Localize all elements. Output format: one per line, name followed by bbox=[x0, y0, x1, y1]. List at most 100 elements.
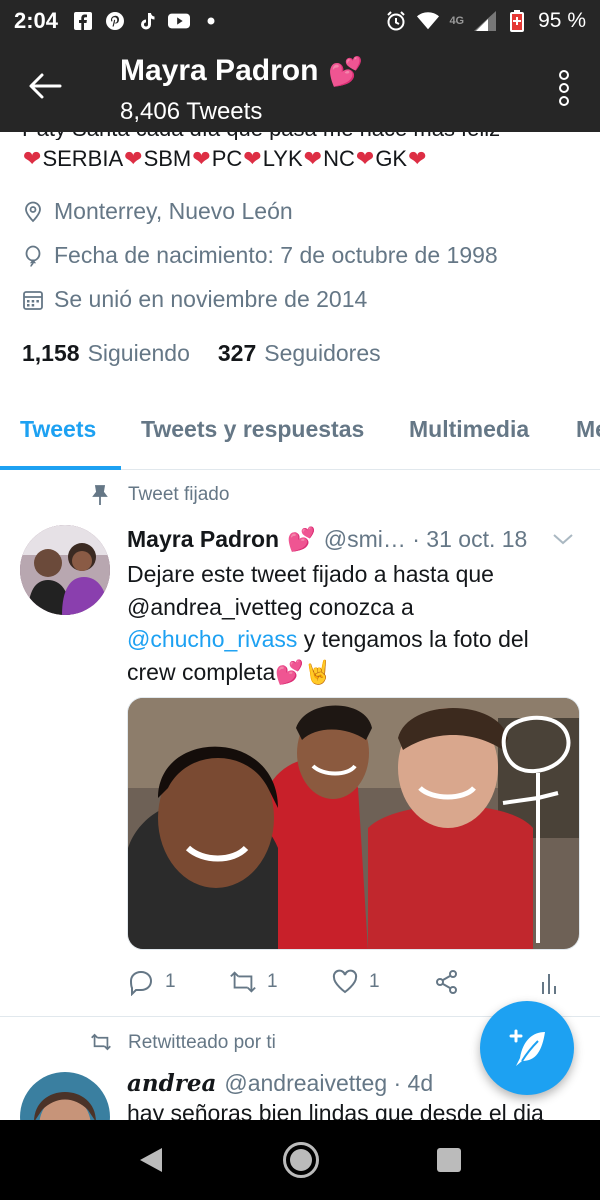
battery-percent: 95 % bbox=[538, 9, 586, 32]
active-tab-indicator bbox=[0, 466, 121, 470]
pinned-context: Tweet fijado bbox=[90, 484, 229, 506]
more-dot-icon bbox=[559, 96, 569, 106]
tweet-author-name[interactable]: andrea bbox=[127, 1070, 216, 1097]
alarm-icon bbox=[385, 10, 407, 32]
battery-icon bbox=[506, 10, 528, 32]
avatar-photo bbox=[20, 525, 110, 615]
two-hearts-emoji: 💕 bbox=[287, 526, 316, 552]
following-label[interactable]: Siguiendo bbox=[88, 340, 190, 367]
tab-media[interactable]: Multimedia bbox=[409, 416, 529, 443]
system-navigation-bar bbox=[0, 1120, 600, 1200]
profile-tabs: Tweets Tweets y respuestas Multimedia Me bbox=[0, 396, 600, 470]
tweet-text-segment: y tengamos la foto del bbox=[297, 626, 529, 652]
mention-link[interactable]: @chucho_rivass bbox=[127, 626, 297, 652]
joined-row: Se unió en noviembre de 2014 bbox=[22, 286, 367, 313]
back-button[interactable] bbox=[28, 72, 64, 102]
nav-recents-button[interactable] bbox=[437, 1148, 461, 1172]
followers-count[interactable]: 327 bbox=[218, 340, 256, 367]
status-time: 2:04 bbox=[14, 8, 59, 33]
emoji-segment: 💕🤘 bbox=[275, 658, 333, 685]
feather-plus-icon bbox=[509, 1029, 545, 1066]
chevron-down-icon bbox=[553, 534, 573, 545]
reply-icon bbox=[127, 968, 155, 996]
pin-icon bbox=[90, 484, 112, 506]
network-type-icon: 4G bbox=[449, 15, 465, 27]
pinterest-icon bbox=[104, 10, 126, 32]
signal-icon bbox=[474, 10, 497, 32]
analytics-icon bbox=[535, 968, 563, 996]
tweet-handle-date[interactable]: @andreaivetteg · 4d bbox=[224, 1070, 433, 1097]
tweet-text-line: hay señoras bien lindas que desde el dia bbox=[127, 1100, 544, 1120]
nav-home-button[interactable] bbox=[283, 1142, 319, 1178]
tweet-text-line: crew completa💕🤘 bbox=[127, 656, 577, 689]
wifi-icon bbox=[417, 10, 440, 32]
retweet-icon bbox=[90, 1032, 112, 1054]
tab-tweets-replies[interactable]: Tweets y respuestas bbox=[141, 416, 364, 443]
retweet-context: Retwitteado por ti bbox=[90, 1032, 276, 1054]
bio-tag: LYK bbox=[262, 146, 303, 171]
birthdate-row: Fecha de nacimiento: 7 de octubre de 199… bbox=[22, 242, 498, 269]
balloon-icon bbox=[22, 245, 44, 267]
tweet-text-segment: crew completa bbox=[127, 658, 276, 685]
location-row: Monterrey, Nuevo León bbox=[22, 198, 293, 225]
notification-icons bbox=[72, 10, 222, 32]
bio-text: Paty Santa cada día que pasa me hace más… bbox=[22, 132, 582, 140]
like-button[interactable]: 1 bbox=[331, 968, 380, 996]
arrow-left-icon bbox=[29, 73, 62, 99]
following-count[interactable]: 1,158 bbox=[22, 340, 80, 367]
youtube-icon bbox=[168, 10, 191, 32]
tweet-menu-button[interactable] bbox=[552, 530, 574, 548]
group-selfie-photo bbox=[128, 698, 579, 949]
tweet-header: andrea @andreaivetteg · 4d bbox=[127, 1070, 433, 1097]
location-pin-icon bbox=[22, 201, 44, 223]
bio-tag: SERBIA bbox=[42, 146, 124, 171]
tab-tweets[interactable]: Tweets bbox=[20, 416, 96, 443]
tweet-text-line: @andrea_ivetteg conozca a bbox=[127, 593, 414, 620]
red-heart-icon: ❤ bbox=[355, 146, 375, 171]
avatar[interactable] bbox=[20, 525, 110, 615]
share-button[interactable] bbox=[433, 968, 471, 996]
reply-button[interactable]: 1 bbox=[127, 968, 176, 996]
tweet-text-line: @chucho_rivass y tengamos la foto del bbox=[127, 623, 577, 656]
tweet-text: hay señoras bien lindas que desde el dia bbox=[127, 1100, 577, 1120]
triangle-back-icon bbox=[140, 1148, 162, 1172]
red-heart-icon: ❤ bbox=[192, 146, 211, 171]
status-bar: 2:04 4G 95 % bbox=[0, 0, 600, 42]
red-heart-icon: ❤ bbox=[408, 146, 427, 171]
followers-label[interactable]: Seguidores bbox=[264, 340, 380, 367]
compose-tweet-button[interactable] bbox=[480, 1001, 574, 1095]
bio-tag: SBM bbox=[143, 146, 192, 171]
red-heart-icon: ❤ bbox=[124, 146, 143, 171]
reply-count: 1 bbox=[165, 971, 176, 992]
bio-partial-line: Paty Santa cada día que pasa me hace más… bbox=[22, 132, 582, 140]
heart-icon bbox=[331, 968, 359, 996]
bio-tag: GK bbox=[375, 146, 408, 171]
analytics-button[interactable] bbox=[535, 968, 573, 996]
tweet-handle-date[interactable]: @smi… · 31 oct. 18 bbox=[324, 526, 528, 553]
bio-tags: ❤ SERBIA ❤ SBM ❤ PC ❤ LYK ❤ NC ❤ GK ❤ bbox=[22, 146, 428, 172]
tiktok-icon bbox=[136, 10, 158, 32]
retweeted-label: Retwitteado por ti bbox=[128, 1032, 276, 1053]
follow-stats: 1,158 Siguiendo 327 Seguidores bbox=[22, 340, 409, 367]
tab-likes[interactable]: Me bbox=[576, 416, 600, 443]
tweet-text: Dejare este tweet fijado a hasta que @an… bbox=[127, 558, 577, 688]
location-text: Monterrey, Nuevo León bbox=[54, 198, 293, 224]
more-dot-icon bbox=[559, 83, 569, 93]
nav-back-button[interactable] bbox=[138, 1146, 164, 1179]
pinned-label: Tweet fijado bbox=[128, 484, 230, 505]
system-icons: 4G 95 % bbox=[385, 9, 586, 33]
two-hearts-emoji: 💕 bbox=[328, 55, 364, 87]
red-heart-icon: ❤ bbox=[23, 146, 42, 171]
home-circle-icon bbox=[290, 1149, 312, 1171]
share-icon bbox=[433, 968, 461, 996]
more-dot-icon bbox=[559, 70, 569, 80]
tweet-photo[interactable] bbox=[127, 697, 580, 950]
like-count: 1 bbox=[369, 971, 380, 992]
tweet-author-name[interactable]: Mayra Padron bbox=[127, 526, 279, 553]
bio-tag: NC bbox=[323, 146, 355, 171]
profile-app-bar: Mayra Padron 💕 8,406 Tweets bbox=[0, 42, 600, 132]
retweet-button[interactable]: 1 bbox=[229, 968, 278, 996]
birthdate-text: Fecha de nacimiento: 7 de octubre de 199… bbox=[54, 242, 498, 268]
more-options-button[interactable] bbox=[558, 70, 570, 106]
bio-tag: PC bbox=[211, 146, 243, 171]
